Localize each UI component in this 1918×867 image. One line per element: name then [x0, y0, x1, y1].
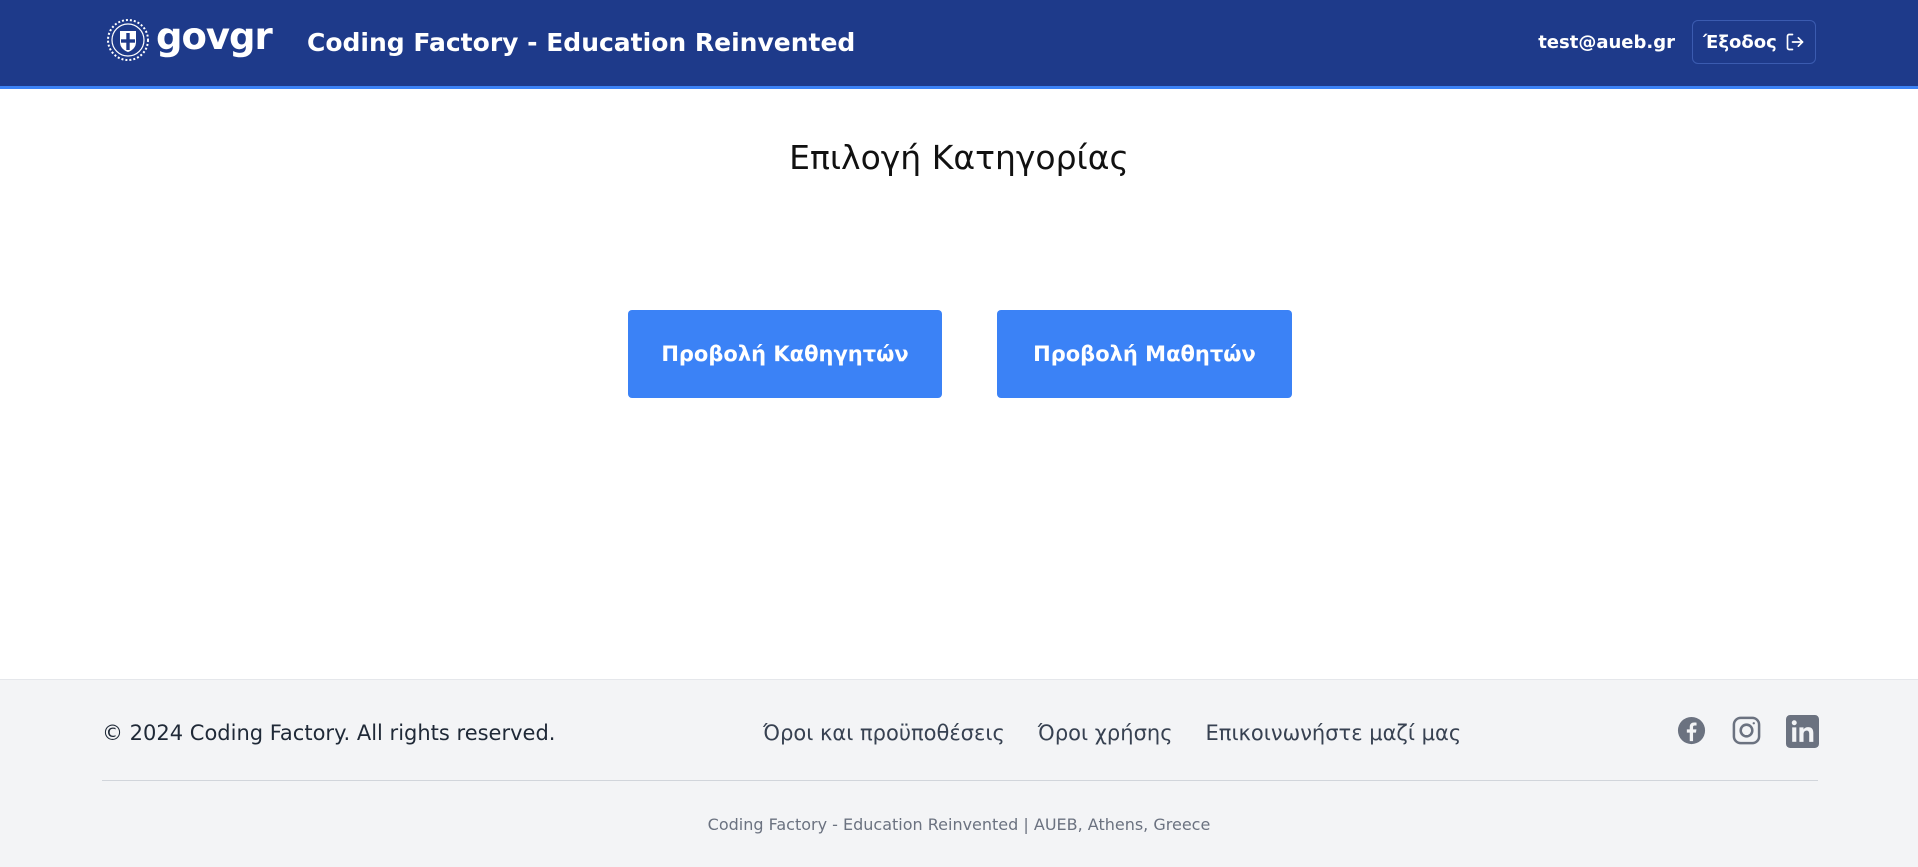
facebook-icon[interactable]: [1676, 715, 1707, 746]
footer-links: Όροι και προϋποθέσεις Όροι χρήσης Επικοι…: [763, 718, 1461, 748]
terms-conditions-link[interactable]: Όροι και προϋποθέσεις: [763, 718, 1005, 748]
logout-button[interactable]: Έξοδος: [1692, 20, 1816, 64]
footer-bottom-text: Coding Factory - Education Reinvented | …: [707, 815, 1211, 834]
logout-label: Έξοδος: [1703, 31, 1777, 53]
logo-text: govgr: [156, 15, 273, 58]
govgr-logo[interactable]: govgr: [106, 15, 273, 62]
social-links: [1676, 715, 1819, 748]
logout-icon: [1786, 33, 1804, 51]
page-footer: © 2024 Coding Factory. All rights reserv…: [0, 679, 1918, 867]
terms-of-use-link[interactable]: Όροι χρήσης: [1038, 718, 1173, 748]
view-students-button[interactable]: Προβολή Μαθητών: [997, 310, 1292, 398]
contact-us-link[interactable]: Επικοινωνήστε μαζί μας: [1206, 718, 1462, 748]
greek-emblem-icon: [107, 19, 149, 61]
copyright-text: © 2024 Coding Factory. All rights reserv…: [102, 721, 556, 745]
footer-divider: [102, 780, 1818, 781]
page-title: Επιλογή Κατηγορίας: [789, 138, 1129, 177]
instagram-icon[interactable]: [1731, 715, 1762, 746]
user-email: test@aueb.gr: [1538, 32, 1675, 53]
top-header: govgr Coding Factory - Education Reinven…: [0, 0, 1918, 89]
linkedin-icon[interactable]: [1786, 715, 1819, 748]
site-title: Coding Factory - Education Reinvented: [307, 28, 856, 57]
view-teachers-button[interactable]: Προβολή Καθηγητών: [628, 310, 942, 398]
